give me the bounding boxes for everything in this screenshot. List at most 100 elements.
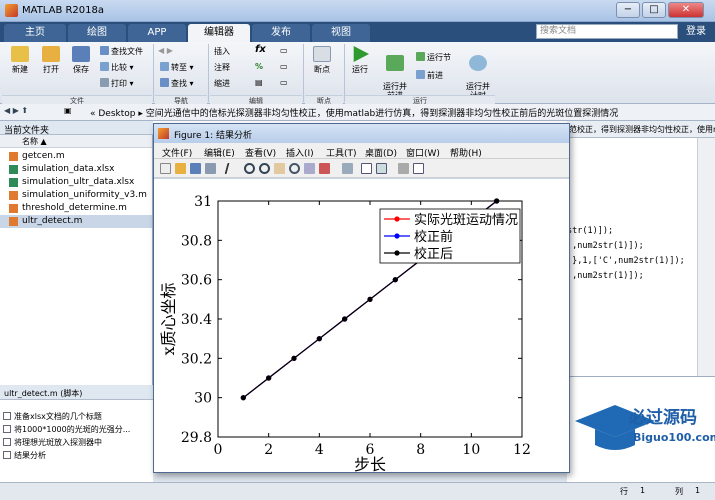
plot-area[interactable]: 0 2 4 6 8 10 12 29.8 30 30.2 30.4 30.6 30.8 31 实际光斑运动… — [154, 179, 569, 474]
legend-label: 实际光斑运动情况 — [414, 213, 518, 228]
y-tick-label: 30.4 — [181, 312, 212, 328]
percent-comment-icon[interactable]: % — [255, 62, 263, 71]
file-group-label: 文件 — [2, 95, 152, 105]
run-icon — [353, 46, 369, 62]
indent-icon[interactable]: ▤ — [255, 78, 263, 87]
menu-window[interactable]: 窗口(W) — [406, 146, 440, 159]
save-button[interactable]: 保存 — [67, 46, 95, 75]
menu-edit[interactable]: 编辑(E) — [204, 146, 235, 159]
code-line: ',num2str(1)]); — [567, 271, 644, 281]
brush-icon[interactable] — [319, 163, 330, 174]
details-panel: 准备xlsx文档的几个标题 将1000*1000的光斑的光强分... 将理想光斑… — [0, 400, 153, 490]
close-button[interactable]: ✕ — [668, 2, 704, 18]
comment-button[interactable]: 注释 — [214, 62, 230, 73]
link-plot-icon[interactable] — [342, 163, 353, 174]
file-row[interactable]: simulation_data.xlsx — [0, 163, 152, 176]
code-line: ',num2str(1)]); — [567, 241, 644, 251]
new-button[interactable]: 新建 — [6, 46, 34, 75]
print-figure-icon[interactable] — [205, 163, 216, 174]
run-section-button[interactable]: 运行节 — [416, 52, 451, 63]
zoom-in-icon[interactable] — [244, 163, 255, 174]
editor-path-bar: 范校正，得到探测器非均匀性校正，使用matlab... — [567, 121, 715, 138]
tab-home[interactable]: 主页 — [4, 24, 66, 42]
browse-folder-icon[interactable]: ▣ — [64, 106, 72, 115]
print-button[interactable]: 打印 ▾ — [100, 78, 134, 89]
smart-indent-icon[interactable]: ▭ — [280, 78, 288, 87]
run-advance-icon — [386, 55, 404, 71]
breakpoints-button[interactable]: 断点 — [308, 46, 336, 75]
hide-tools-icon[interactable] — [398, 163, 409, 174]
menu-help[interactable]: 帮助(H) — [450, 146, 482, 159]
indent-button[interactable]: 缩进 — [214, 78, 230, 89]
file-row[interactable]: ultr_detect.m — [0, 215, 152, 228]
watermark: 必过源码 Biguo100.com — [575, 405, 715, 450]
file-row[interactable]: simulation_uniformity_v3.m — [0, 189, 152, 202]
run-button[interactable]: 运行 — [348, 46, 372, 75]
section-item[interactable]: 结果分析 — [14, 450, 46, 461]
command-window[interactable]: 必过源码 Biguo100.com — [567, 376, 715, 482]
data-cursor-icon[interactable] — [304, 163, 315, 174]
maximize-button[interactable]: □ — [642, 2, 666, 18]
section-item[interactable]: 将理想光斑放入探测器中 — [14, 437, 102, 448]
name-column-header[interactable]: 名称 ▲ — [0, 135, 152, 148]
pan-icon[interactable] — [274, 163, 285, 174]
search-documentation-input[interactable]: 搜索文档 — [536, 24, 678, 39]
find-files-button[interactable]: 查找文件 — [100, 46, 143, 57]
nav-arrows[interactable]: ◀ ▶ — [158, 46, 173, 55]
compare-button[interactable]: 比较 ▾ — [100, 62, 134, 73]
insert-section-icon[interactable]: ▭ — [280, 46, 288, 55]
menu-tools[interactable]: 工具(T) — [326, 146, 357, 159]
new-figure-icon[interactable] — [160, 163, 171, 174]
edit-group-label: 编辑 — [210, 95, 302, 105]
breakpoints-group-label: 断点 — [305, 95, 343, 105]
run-group-label: 运行 — [345, 95, 495, 105]
menu-file[interactable]: 文件(F) — [162, 146, 192, 159]
uncomment-icon[interactable]: ▭ — [280, 62, 288, 71]
figure-title-bar[interactable]: Figure 1: 结果分析 — [154, 124, 569, 143]
series-point — [342, 316, 348, 322]
login-link[interactable]: 登录 — [681, 24, 711, 39]
zoom-out-icon[interactable] — [259, 163, 270, 174]
nav-group-label: 导航 — [155, 95, 207, 105]
save-icon — [72, 46, 90, 62]
open-button[interactable]: 打开 — [37, 46, 65, 75]
menu-insert[interactable]: 插入(I) — [286, 146, 314, 159]
file-row[interactable]: threshold_determine.m — [0, 202, 152, 215]
open-file-icon[interactable] — [175, 163, 186, 174]
tab-editor[interactable]: 编辑器 — [188, 24, 250, 42]
editor-scrollbar[interactable] — [697, 138, 715, 376]
code-view[interactable]: str(1)]); ',num2str(1)]); '},1,['C',num2… — [567, 138, 695, 376]
tab-apps[interactable]: APP — [128, 24, 186, 42]
advance-button[interactable]: 前进 — [416, 70, 443, 81]
y-tick-label: 29.8 — [181, 430, 212, 446]
pointer-icon[interactable] — [224, 163, 239, 174]
file-name: simulation_uniformity_v3.m — [22, 190, 147, 200]
menu-view[interactable]: 查看(V) — [245, 146, 276, 159]
series-point — [266, 375, 272, 381]
section-item[interactable]: 将1000*1000的光斑的光强分... — [14, 424, 130, 435]
section-item[interactable]: 准备xlsx文档的几个标题 — [14, 411, 102, 422]
file-row[interactable]: getcen.m — [0, 150, 152, 163]
save-figure-icon[interactable] — [190, 163, 201, 174]
fx-button[interactable]: fx — [255, 44, 266, 55]
file-row[interactable]: simulation_ultr_data.xlsx — [0, 176, 152, 189]
tab-publish[interactable]: 发布 — [252, 24, 310, 42]
tab-plots[interactable]: 绘图 — [68, 24, 126, 42]
minimize-button[interactable]: − — [616, 2, 640, 18]
run-and-time-button[interactable]: 运行并 计时 — [461, 46, 495, 100]
legend-icon[interactable] — [376, 163, 387, 174]
tab-view[interactable]: 视图 — [312, 24, 370, 42]
run-and-advance-button[interactable]: 运行并 前进 — [378, 46, 412, 100]
breakpoint-icon — [313, 46, 331, 62]
insert-button[interactable]: 插入 — [214, 46, 230, 57]
figure-window[interactable]: Figure 1: 结果分析 文件(F) 编辑(E) 查看(V) 插入(I) 工… — [153, 123, 570, 474]
back-forward-icons[interactable]: ◀ ▶ ⬆ — [4, 106, 28, 115]
goto-button[interactable]: 转至 ▾ — [160, 62, 194, 73]
colorbar-icon[interactable] — [361, 163, 372, 174]
find-button[interactable]: 查找 ▾ — [160, 78, 194, 89]
watermark-url: Biguo100.com — [633, 431, 715, 444]
folder-path[interactable]: « Desktop ▸ 空间光通信中的信标光探测器非均匀性校正，使用matlab… — [90, 106, 618, 119]
rotate-icon[interactable] — [289, 163, 300, 174]
menu-desktop[interactable]: 桌面(D) — [365, 146, 397, 159]
show-tools-icon[interactable] — [413, 163, 424, 174]
